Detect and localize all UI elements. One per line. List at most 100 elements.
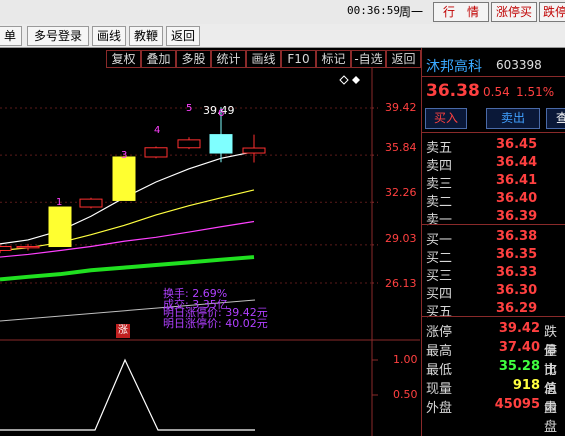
candle[interactable] (48, 206, 72, 248)
candle[interactable] (177, 137, 201, 150)
quote-info-row: 涨停 39.42 跌停 (422, 321, 565, 359)
menu-draw[interactable]: 画线 (92, 26, 126, 46)
indicator-tick-label: 0.50 (393, 388, 418, 401)
toolbar-statistics[interactable]: 统计 (211, 50, 246, 68)
y-tick-label: 26.13 (385, 277, 417, 290)
ask-label: 卖二 (426, 195, 453, 210)
price-change: 0.54 (483, 85, 510, 99)
candle[interactable] (0, 245, 12, 254)
ask-row[interactable]: 卖一 36.39 (422, 209, 565, 228)
bid-row[interactable]: 买五 36.29 (422, 301, 565, 320)
candle[interactable] (144, 146, 168, 159)
toolbar-watchlist[interactable]: -自选 (351, 50, 386, 68)
top-status-bar: 00:36:59 周一 行 情 涨停买 跌停 (0, 0, 565, 25)
menu-multi-login[interactable]: 多号登录 (27, 26, 89, 46)
bid-price: 36.35 (496, 247, 538, 262)
ask-label: 卖五 (426, 141, 453, 156)
diamond-marker-filled-icon (352, 76, 360, 84)
bid-price: 36.29 (496, 301, 538, 316)
quote-info-value: 45095 (494, 397, 540, 412)
query-button[interactable]: 查 (546, 108, 565, 129)
limit-down-button[interactable]: 跌停 (539, 2, 565, 22)
quote-info-label: 最高 (426, 344, 453, 359)
ask-row[interactable]: 卖四 36.44 (422, 155, 565, 174)
buy-button[interactable]: 买入 (425, 108, 467, 129)
ask-row[interactable]: 卖五 36.45 (422, 137, 565, 156)
candle-mark: 6 (218, 108, 225, 119)
ask-label: 卖一 (426, 213, 453, 228)
toolbar-mark[interactable]: 标记 (316, 50, 351, 68)
bid-label: 买四 (426, 287, 453, 302)
limit-up-buy-button[interactable]: 涨停买 (491, 2, 537, 22)
candle-mark: 1 (56, 197, 63, 208)
stock-code: 603398 (496, 58, 542, 72)
ask-label: 卖四 (426, 159, 453, 174)
y-tick-label: 32.26 (385, 186, 417, 199)
menu-back[interactable]: 返回 (166, 26, 200, 46)
candle[interactable] (242, 134, 266, 163)
quote-info-value: 35.28 (498, 359, 540, 374)
ask-row[interactable]: 卖三 36.41 (422, 173, 565, 192)
candle-mark: 3 (121, 150, 128, 161)
quote-info-row: 最低 35.28 市值 (422, 359, 565, 397)
weekday: 周一 (399, 5, 424, 19)
chart-toolbar: 复权 叠加 多股 统计 画线 F10 标记 -自选 返回 (0, 48, 421, 68)
candle[interactable] (112, 155, 136, 201)
quote-info-value: 37.40 (498, 340, 540, 355)
bid-row[interactable]: 买二 36.35 (422, 247, 565, 266)
bid-price: 36.33 (496, 265, 538, 280)
y-tick-label: 35.84 (385, 141, 417, 154)
ask-price: 36.41 (496, 173, 538, 188)
limit-up-badge: 涨 (116, 324, 130, 338)
price-change-pct: 1.51% (516, 85, 555, 99)
stock-name[interactable]: 沐邦高科 (426, 56, 482, 76)
quote-info-label: 外盘 (426, 401, 453, 416)
ask-price: 36.45 (496, 137, 538, 152)
indicator-tick-label: 1.00 (393, 353, 418, 366)
moving-average-line (0, 255, 255, 282)
candle[interactable] (79, 197, 103, 209)
quote-info-label: 涨停 (426, 325, 453, 340)
y-tick-label: 29.03 (385, 232, 417, 245)
quote-info-row: 外盘 45095 内盘 (422, 397, 565, 435)
quote-info-label: 内盘 (544, 401, 558, 435)
quote-info-label: 最低 (426, 363, 453, 378)
ask-row[interactable]: 卖二 36.40 (422, 191, 565, 210)
menu-single[interactable]: 单 (0, 26, 22, 46)
bid-price: 36.30 (496, 283, 538, 298)
bid-label: 买三 (426, 269, 453, 284)
quote-info-label: 现量 (426, 382, 453, 397)
sell-button[interactable]: 卖出 (486, 108, 540, 129)
toolbar-restore-rights[interactable]: 复权 (106, 50, 141, 68)
toolbar-f10[interactable]: F10 (281, 50, 316, 68)
limit-up-price-annotation: 明日涨停价: 40.02元 (163, 317, 268, 330)
quote-info-value: 918 (512, 378, 540, 393)
quote-info-value: 39.42 (498, 321, 540, 336)
toolbar-draw[interactable]: 画线 (246, 50, 281, 68)
bid-row[interactable]: 买四 36.30 (422, 283, 565, 302)
bid-row[interactable]: 买一 36.38 (422, 229, 565, 248)
y-tick-label: 39.42 (385, 101, 417, 114)
bid-label: 买一 (426, 233, 453, 248)
current-price: 36.38 (426, 81, 480, 101)
bid-label: 买二 (426, 251, 453, 266)
bid-label: 买五 (426, 305, 453, 320)
candle-mark: 4 (154, 125, 161, 136)
toolbar-back[interactable]: 返回 (386, 50, 421, 68)
bid-price: 36.38 (496, 229, 538, 244)
toolbar-multi-stock[interactable]: 多股 (176, 50, 211, 68)
menu-coach[interactable]: 教鞭 (129, 26, 163, 46)
clock: 00:36:59 (347, 4, 400, 17)
toolbar-overlay[interactable]: 叠加 (141, 50, 176, 68)
ask-price: 36.39 (496, 209, 538, 224)
bid-row[interactable]: 买三 36.33 (422, 265, 565, 284)
candle-mark: 5 (186, 103, 193, 114)
ask-price: 36.40 (496, 191, 538, 206)
candlestick-chart[interactable] (0, 68, 420, 436)
indicator-line (0, 358, 255, 431)
diamond-marker-icon (339, 75, 349, 85)
menu-bar: 单 多号登录 画线 教鞭 返回 (0, 24, 565, 48)
quote-panel: 沐邦高科 603398 36.38 0.54 1.51% 买入 卖出 查 卖五 3… (421, 48, 565, 436)
market-button[interactable]: 行 情 (433, 2, 489, 22)
ask-price: 36.44 (496, 155, 538, 170)
